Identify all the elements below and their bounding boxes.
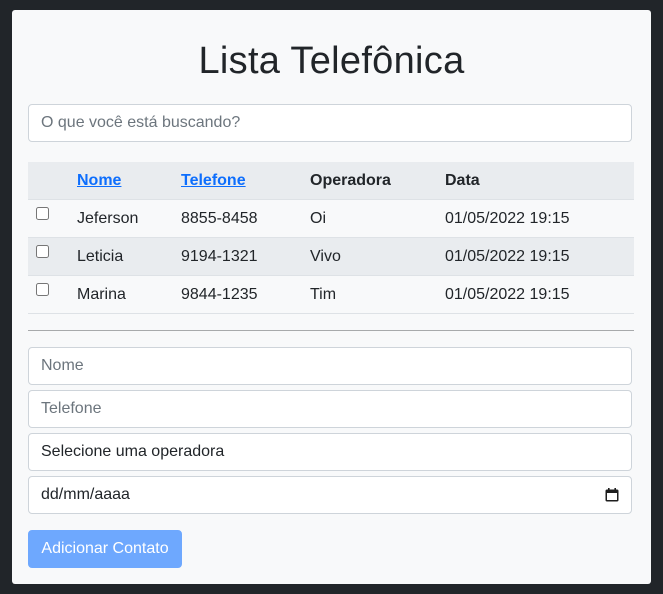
cell-operadora: Oi [310, 199, 445, 238]
page-title: Lista Telefônica [198, 40, 465, 82]
table-row: Leticia 9194-1321 Vivo 01/05/2022 19:15 [28, 237, 634, 276]
calendar-icon[interactable] [605, 488, 619, 502]
cell-nome: Leticia [77, 237, 181, 276]
header-telefone: Telefone [181, 162, 310, 200]
telefone-field[interactable] [28, 390, 632, 428]
table-header-row: Nome Telefone Operadora Data [28, 162, 634, 200]
header-data: Data [445, 162, 634, 200]
cell-nome: Marina [77, 275, 181, 314]
cell-nome: Jeferson [77, 199, 181, 238]
nome-field[interactable] [28, 347, 632, 385]
table-row: Marina 9844-1235 Tim 01/05/2022 19:15 [28, 275, 634, 314]
sort-by-telefone-link[interactable]: Telefone [181, 172, 246, 189]
cell-telefone: 9844-1235 [181, 275, 310, 314]
phonebook-card: Lista Telefônica Nome Telefone Operadora… [12, 10, 651, 584]
sort-by-nome-link[interactable]: Nome [77, 172, 121, 189]
header-nome: Nome [77, 162, 181, 200]
row-checkbox[interactable] [36, 206, 49, 220]
data-field[interactable]: dd/mm/aaaa [28, 476, 632, 514]
row-select-cell [28, 237, 77, 276]
add-contact-button[interactable]: Adicionar Contato [28, 530, 182, 568]
cell-telefone: 9194-1321 [181, 237, 310, 276]
search-input[interactable] [28, 104, 632, 142]
cell-data: 01/05/2022 19:15 [445, 199, 634, 238]
operadora-select-value: Selecione uma operadora [41, 443, 225, 460]
header-select-cell [28, 162, 77, 200]
data-field-value: dd/mm/aaaa [41, 486, 130, 503]
cell-operadora: Tim [310, 275, 445, 314]
header-operadora: Operadora [310, 162, 445, 200]
cell-telefone: 8855-8458 [181, 199, 310, 238]
cell-operadora: Vivo [310, 237, 445, 276]
row-select-cell [28, 275, 77, 314]
row-checkbox[interactable] [36, 282, 49, 296]
operadora-select[interactable]: Selecione uma operadora [28, 433, 632, 471]
section-divider [28, 330, 634, 331]
contacts-table: Nome Telefone Operadora Data Jeferson 88… [28, 162, 634, 314]
row-select-cell [28, 199, 77, 238]
cell-data: 01/05/2022 19:15 [445, 237, 634, 276]
row-checkbox[interactable] [36, 244, 49, 258]
table-row: Jeferson 8855-8458 Oi 01/05/2022 19:15 [28, 199, 634, 238]
cell-data: 01/05/2022 19:15 [445, 275, 634, 314]
